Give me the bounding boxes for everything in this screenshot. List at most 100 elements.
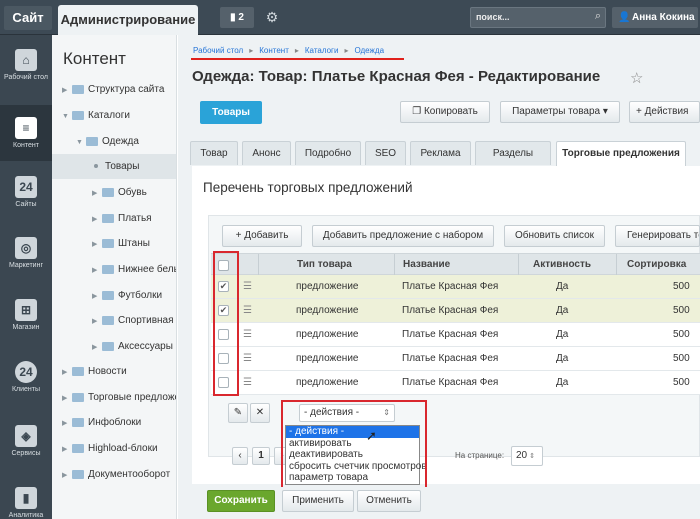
table-row[interactable]: ☰ предложение Платье Красная Фея Да 500	[211, 371, 700, 395]
tree-item[interactable]: ▼ Одежда	[52, 129, 176, 154]
cell-name[interactable]: Платье Красная Фея	[402, 275, 498, 298]
actions-button[interactable]: + Действия	[629, 101, 700, 123]
column-type[interactable]: Тип товара	[258, 254, 394, 275]
arrow-right-icon[interactable]: ▶	[92, 258, 102, 282]
tree-item-selected[interactable]: Товары	[52, 154, 176, 179]
folder-icon	[72, 443, 84, 453]
breadcrumb-link[interactable]: Рабочий стол	[193, 46, 243, 55]
tree-item[interactable]: ▶ Торговые предложения	[52, 385, 176, 410]
copy-button[interactable]: ❐ Копировать	[400, 101, 490, 123]
admin-tab[interactable]: Администрирование	[58, 5, 198, 35]
breadcrumb-link[interactable]: Каталоги	[305, 46, 339, 55]
search-input[interactable]: поиск... ⌕	[470, 7, 606, 28]
tree-item[interactable]: ▶ Документооборот	[52, 462, 176, 487]
folder-icon	[72, 110, 84, 120]
tab-product[interactable]: Товар	[190, 141, 238, 165]
cell-name[interactable]: Платье Красная Фея	[402, 299, 498, 322]
drag-handle-icon[interactable]: ☰	[243, 347, 252, 370]
nav-analytics[interactable]: ▮ Аналитика	[0, 487, 52, 519]
table-row[interactable]: ✔ ☰ предложение Платье Красная Фея Да 50…	[211, 299, 700, 323]
tree-item[interactable]: ▶ Нижнее белье	[52, 257, 176, 282]
refresh-list-button[interactable]: Обновить список	[504, 225, 605, 247]
tree-item[interactable]: ▶ Инфоблоки	[52, 410, 176, 435]
tab-sections[interactable]: Разделы	[475, 141, 551, 165]
generate-products-button[interactable]: Генерировать товары	[615, 225, 700, 247]
arrow-right-icon[interactable]: ▶	[92, 207, 102, 231]
tree-item[interactable]: ▶ Новости	[52, 359, 176, 384]
cell-name[interactable]: Платье Красная Фея	[402, 323, 498, 346]
add-offer-set-button[interactable]: Добавить предложение с набором	[312, 225, 494, 247]
drag-handle-icon[interactable]: ☰	[243, 371, 252, 394]
user-menu[interactable]: 👤 Анна Кокина	[612, 7, 698, 28]
offers-table-header: Тип товара Название Активность Сортировк…	[211, 253, 700, 275]
gear-icon[interactable]: ⚙	[262, 7, 282, 28]
arrow-right-icon[interactable]: ▶	[62, 411, 72, 435]
current-page[interactable]: 1	[252, 447, 270, 465]
nav-sites[interactable]: 24 Сайты	[0, 176, 52, 208]
tree-item[interactable]: ▶ Аксессуары	[52, 334, 176, 359]
search-icon[interactable]: ⌕	[595, 10, 601, 23]
tree-label: Футболки	[118, 290, 163, 301]
delete-icon[interactable]: ✕	[250, 403, 270, 423]
table-row[interactable]: ☰ предложение Платье Красная Фея Да 500	[211, 323, 700, 347]
tree-item[interactable]: ▶ Платья	[52, 206, 176, 231]
tab-seo[interactable]: SEO	[365, 141, 406, 165]
arrow-down-icon[interactable]: ▼	[76, 130, 86, 154]
nav-services[interactable]: ◈ Сервисы	[0, 425, 52, 457]
breadcrumb-link[interactable]: Одежда	[354, 46, 384, 55]
column-name[interactable]: Название	[394, 254, 518, 275]
tree-item[interactable]: ▼ Каталоги	[52, 103, 176, 128]
tab-ads[interactable]: Реклама	[410, 141, 471, 165]
tab-details[interactable]: Подробно	[295, 141, 361, 165]
arrow-right-icon[interactable]: ▶	[92, 232, 102, 256]
edit-icon[interactable]: ✎	[228, 403, 248, 423]
tree-item[interactable]: ▶ Структура сайта	[52, 77, 176, 102]
tree-item[interactable]: ▶ Штаны	[52, 231, 176, 256]
params-label: Параметры товара	[512, 106, 601, 117]
add-offer-button[interactable]: + Добавить	[222, 225, 302, 247]
nav-desktop[interactable]: ⌂ Рабочий стол	[0, 49, 52, 81]
per-page-select[interactable]: 20 ⇕	[511, 446, 543, 466]
nav-clients[interactable]: 24 Клиенты	[0, 361, 52, 393]
arrow-right-icon[interactable]: ▶	[62, 78, 72, 102]
arrow-right-icon[interactable]: ▶	[92, 309, 102, 333]
arrow-down-icon[interactable]: ▼	[62, 104, 72, 128]
folder-icon	[102, 315, 114, 325]
table-row[interactable]: ☰ предложение Платье Красная Фея Да 500	[211, 347, 700, 371]
cancel-button[interactable]: Отменить	[357, 490, 421, 512]
tree-item[interactable]: ▶ Спортивная	[52, 308, 176, 333]
drag-handle-icon[interactable]: ☰	[243, 275, 252, 298]
nav-shop[interactable]: ⊞ Магазин	[0, 299, 52, 331]
apply-button[interactable]: Применить	[282, 490, 354, 512]
product-params-button[interactable]: Параметры товара ▾	[500, 101, 620, 123]
cell-name[interactable]: Платье Красная Фея	[402, 347, 498, 370]
arrow-right-icon[interactable]: ▶	[62, 463, 72, 487]
breadcrumb-separator-icon: ▸	[344, 46, 349, 55]
breadcrumb-link[interactable]: Контент	[259, 46, 289, 55]
star-icon[interactable]: ☆	[630, 69, 643, 87]
save-button[interactable]: Сохранить	[207, 490, 275, 512]
arrow-right-icon[interactable]: ▶	[92, 181, 102, 205]
nav-marketing[interactable]: ◎ Маркетинг	[0, 237, 52, 269]
tab-announce[interactable]: Анонс	[242, 141, 291, 165]
site-tab[interactable]: Сайт	[4, 6, 52, 30]
tree-item[interactable]: ▶ Обувь	[52, 180, 176, 205]
drag-handle-icon[interactable]: ☰	[243, 323, 252, 346]
column-active[interactable]: Активность	[518, 254, 616, 275]
cell-name[interactable]: Платье Красная Фея	[402, 371, 498, 394]
prev-page-button[interactable]: ‹	[232, 447, 248, 465]
arrow-right-icon[interactable]: ▶	[92, 335, 102, 359]
back-to-products-button[interactable]: Товары	[200, 101, 262, 124]
tree-item[interactable]: ▶ Футболки	[52, 283, 176, 308]
arrow-right-icon[interactable]: ▶	[62, 437, 72, 461]
arrow-right-icon[interactable]: ▶	[92, 284, 102, 308]
tab-trade-offers[interactable]: Торговые предложения	[556, 141, 686, 167]
column-sort[interactable]: Сортировка	[616, 254, 700, 275]
nav-content[interactable]: ≡ Контент	[0, 105, 52, 161]
notifications-button[interactable]: ▮ 2	[220, 7, 254, 28]
arrow-right-icon[interactable]: ▶	[62, 360, 72, 384]
tree-item[interactable]: ▶ Highload-блоки	[52, 436, 176, 461]
table-row[interactable]: ✔ ☰ предложение Платье Красная Фея Да 50…	[211, 275, 700, 299]
drag-handle-icon[interactable]: ☰	[243, 299, 252, 322]
arrow-right-icon[interactable]: ▶	[62, 386, 72, 410]
